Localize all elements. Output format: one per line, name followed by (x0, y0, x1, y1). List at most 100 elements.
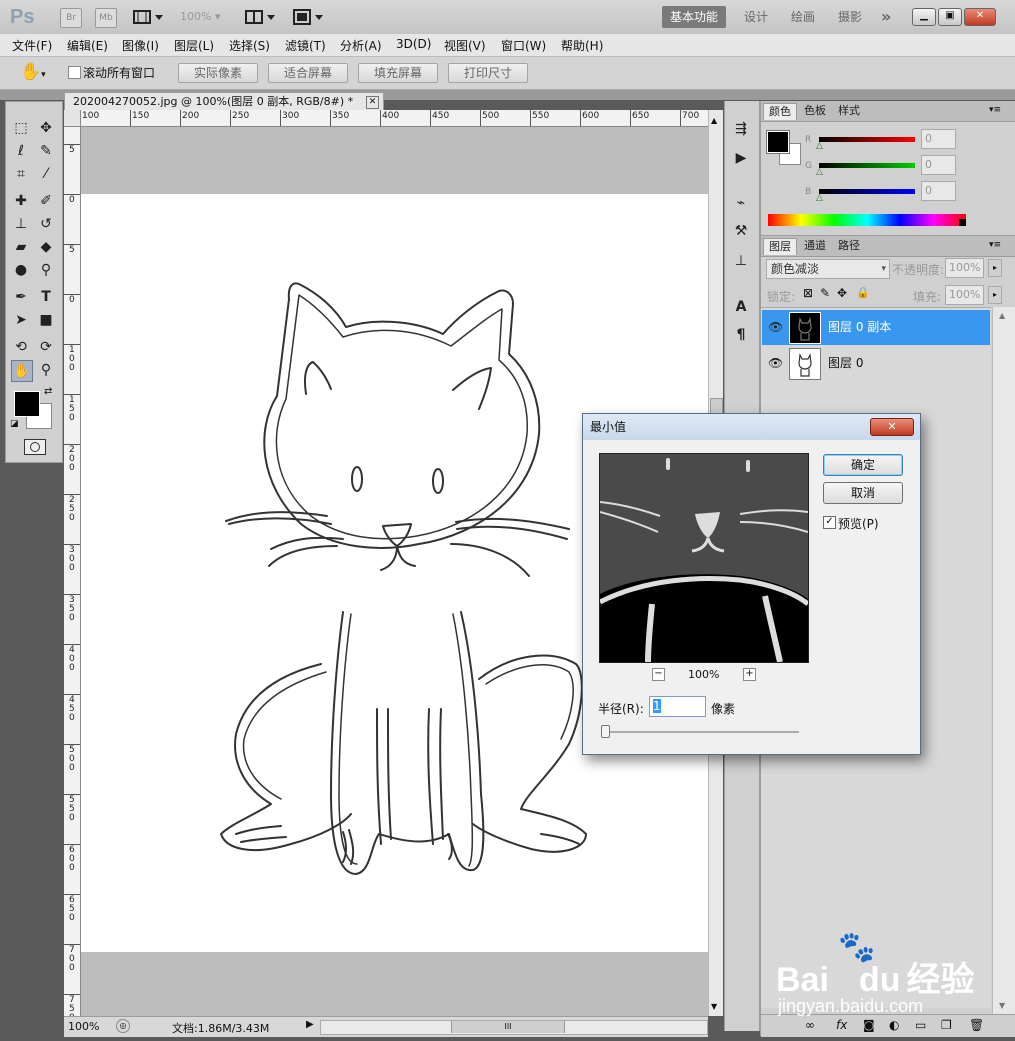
eraser-tool[interactable]: ▰ (11, 237, 31, 257)
radius-slider-track[interactable] (603, 731, 799, 733)
radius-slider-thumb[interactable] (601, 725, 610, 738)
close-window-button[interactable]: ✕ (964, 8, 996, 26)
menu-window[interactable]: 窗口(W) (501, 37, 546, 54)
preview-checkbox[interactable]: ✓ (823, 516, 836, 529)
clone-source-panel-icon[interactable]: ⊥ (731, 251, 751, 271)
zoom-tool[interactable]: ⚲ (36, 360, 56, 380)
workspace-painting[interactable]: 绘画 (783, 6, 823, 28)
visibility-eye-icon[interactable]: 👁 (768, 346, 783, 381)
color-panel-menu-icon[interactable]: ▾≡ (989, 105, 1001, 115)
scroll-down-icon[interactable]: ▼ (711, 1002, 717, 1011)
radius-input[interactable]: 1 (649, 696, 706, 717)
opacity-input[interactable]: 100% (945, 258, 984, 278)
adjustment-layer-icon[interactable]: ◐ (889, 1018, 899, 1032)
tab-channels[interactable]: 通道 (799, 238, 831, 254)
zoom-out-button[interactable]: − (652, 668, 665, 681)
menu-select[interactable]: 选择(S) (229, 37, 270, 54)
ruler-origin[interactable] (64, 110, 81, 127)
tab-styles[interactable]: 样式 (833, 103, 865, 119)
dialog-close-button[interactable]: ✕ (870, 418, 914, 436)
type-tool[interactable]: T (36, 287, 56, 307)
menu-help[interactable]: 帮助(H) (561, 37, 603, 54)
ok-button[interactable]: 确定 (823, 454, 903, 476)
lasso-tool[interactable]: ℓ (11, 141, 31, 161)
view-extras-button[interactable] (133, 9, 167, 25)
history-panel-icon[interactable]: ⇶ (731, 119, 751, 139)
scroll-up-icon[interactable]: ▲ (999, 311, 1005, 320)
tab-color[interactable]: 颜色 (763, 103, 797, 120)
dodge-tool[interactable]: ⚲ (36, 260, 56, 280)
quick-mask-button[interactable] (24, 439, 46, 455)
fill-screen-button[interactable]: 填充屏幕 (358, 63, 438, 83)
brush-presets-panel-icon[interactable]: ⌁ (731, 193, 751, 213)
channel-r-thumb-icon[interactable]: △ (816, 141, 823, 151)
menu-edit[interactable]: 编辑(E) (67, 37, 108, 54)
mini-bridge-button[interactable]: Mb (95, 8, 117, 28)
menu-3d[interactable]: 3D(D) (396, 37, 431, 51)
lock-position-icon[interactable]: ✥ (837, 286, 847, 300)
new-layer-icon[interactable]: ❐ (941, 1018, 952, 1032)
filter-preview[interactable] (599, 453, 809, 663)
blend-mode-select[interactable]: 颜色减淡 ▾ (766, 259, 890, 279)
quick-selection-tool[interactable]: ✎ (36, 141, 56, 161)
channel-b-input[interactable]: 0 (921, 181, 956, 201)
3d-rotate-tool[interactable]: ⟲ (11, 337, 31, 357)
channel-g-input[interactable]: 0 (921, 155, 956, 175)
brush-tool[interactable]: ✐ (36, 191, 56, 211)
menu-file[interactable]: 文件(F) (12, 37, 52, 54)
arrange-documents-button[interactable] (245, 9, 279, 25)
menu-analysis[interactable]: 分析(A) (340, 37, 382, 54)
foreground-color-swatch[interactable] (14, 391, 40, 417)
menu-layer[interactable]: 图层(L) (174, 37, 214, 54)
channel-g-thumb-icon[interactable]: △ (816, 167, 823, 177)
delete-layer-icon[interactable]: 🗑 (969, 1018, 984, 1032)
clone-stamp-tool[interactable]: ⊥ (11, 214, 31, 234)
fill-slider-toggle-icon[interactable]: ▸ (988, 286, 1002, 304)
eyedropper-tool[interactable]: ⁄ (36, 164, 56, 184)
lock-all-icon[interactable]: 🔒 (856, 286, 870, 299)
link-layers-icon[interactable]: ∞ (805, 1018, 815, 1032)
default-colors-icon[interactable]: ◪ (10, 419, 19, 429)
bridge-button[interactable]: Br (60, 8, 82, 28)
minimize-button[interactable]: ▁ (912, 8, 936, 26)
channel-b-slider[interactable] (819, 189, 915, 194)
color-panel-foreground-swatch[interactable] (766, 130, 790, 154)
close-document-icon[interactable]: ✕ (366, 96, 379, 109)
workspace-design[interactable]: 设计 (736, 6, 776, 28)
lock-pixels-icon[interactable]: ✎ (820, 286, 830, 300)
status-zoom[interactable]: 100% (68, 1020, 99, 1033)
path-selection-tool[interactable]: ➤ (11, 310, 31, 330)
scroll-down-icon[interactable]: ▼ (999, 1001, 1005, 1010)
swap-colors-icon[interactable]: ⇄ (44, 386, 52, 397)
character-panel-icon[interactable]: A (731, 297, 751, 317)
zoom-level-select[interactable]: 100% ▾ (180, 10, 220, 23)
menu-view[interactable]: 视图(V) (444, 37, 486, 54)
shape-tool[interactable]: ■ (36, 310, 56, 330)
zoom-in-button[interactable]: + (743, 668, 756, 681)
layer-row-original[interactable]: 👁 图层 0 (762, 346, 990, 381)
channel-r-slider[interactable] (819, 137, 915, 142)
layers-panel-menu-icon[interactable]: ▾≡ (989, 240, 1001, 250)
workspace-essentials[interactable]: 基本功能 (662, 6, 727, 28)
opacity-slider-toggle-icon[interactable]: ▸ (988, 259, 1002, 277)
actual-pixels-button[interactable]: 实际像素 (178, 63, 258, 83)
menu-image[interactable]: 图像(I) (122, 37, 159, 54)
3d-orbit-tool[interactable]: ⟳ (36, 337, 56, 357)
channel-g-slider[interactable] (819, 163, 915, 168)
channel-b-thumb-icon[interactable]: △ (816, 193, 823, 203)
layer-row-copy[interactable]: 👁 图层 0 副本 (762, 310, 990, 345)
vertical-scroll-thumb[interactable] (710, 398, 723, 414)
status-info-icon[interactable]: ◎ (116, 1019, 130, 1033)
maximize-button[interactable]: ▣ (938, 8, 962, 26)
color-spectrum-ramp[interactable] (768, 214, 966, 226)
brushes-panel-icon[interactable]: ⚒ (731, 221, 751, 241)
fill-input[interactable]: 100% (945, 285, 984, 305)
move-tool[interactable]: ✥ (36, 118, 56, 138)
horizontal-scroll-thumb[interactable]: III (451, 1021, 565, 1033)
blur-tool[interactable]: ● (11, 260, 31, 280)
visibility-eye-icon[interactable]: 👁 (768, 310, 783, 345)
hand-tool[interactable]: ✋ (11, 360, 33, 382)
menu-filter[interactable]: 滤镜(T) (285, 37, 326, 54)
screen-mode-button[interactable] (293, 9, 327, 25)
layers-scrollbar[interactable]: ▲ ▼ (992, 307, 1015, 1015)
